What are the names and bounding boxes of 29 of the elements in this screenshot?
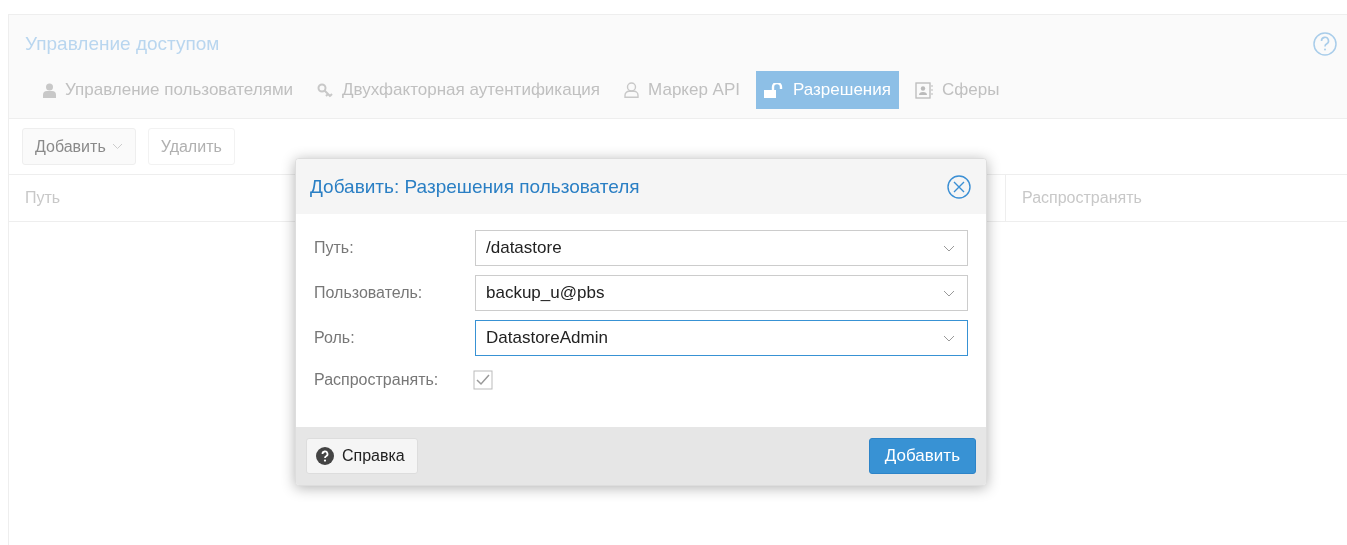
unlock-icon bbox=[764, 82, 784, 98]
tab[interactable]: Маркер API bbox=[616, 71, 748, 109]
tab[interactable]: Разрешения bbox=[756, 71, 899, 109]
panel-title: Управление доступом bbox=[25, 33, 220, 55]
dialog-title: Добавить: Разрешения пользователя bbox=[310, 175, 640, 198]
add-button[interactable]: Добавить bbox=[868, 438, 976, 474]
field-label: Роль: bbox=[314, 329, 356, 347]
combo-field[interactable]: backup_u@pbs bbox=[475, 275, 968, 311]
tab[interactable]: Сферы bbox=[906, 71, 1008, 109]
combo-field[interactable]: DatastoreAdmin bbox=[475, 320, 968, 356]
help-icon[interactable] bbox=[1313, 32, 1337, 56]
tab[interactable]: Управление пользователями bbox=[35, 71, 302, 109]
user-icon bbox=[43, 82, 56, 98]
help-button[interactable]: Справка bbox=[306, 438, 418, 474]
field-label: Путь: bbox=[314, 239, 355, 257]
caret-icon bbox=[943, 289, 955, 297]
contact-card-icon bbox=[914, 81, 933, 99]
caret-icon bbox=[943, 244, 955, 252]
field-label: Пользователь: bbox=[314, 284, 424, 302]
key-icon bbox=[317, 82, 334, 98]
question-icon bbox=[316, 447, 334, 465]
combo-field[interactable]: /datastore bbox=[475, 230, 968, 266]
close-icon[interactable] bbox=[947, 174, 971, 199]
caret-icon bbox=[943, 334, 955, 342]
checkbox[interactable] bbox=[473, 370, 493, 390]
tab[interactable]: Двухфакторная аутентификация bbox=[309, 71, 609, 109]
dropdown-button[interactable]: Добавить bbox=[22, 128, 136, 165]
field-label: Распространять: bbox=[314, 371, 440, 389]
user-outline-icon bbox=[624, 82, 640, 98]
